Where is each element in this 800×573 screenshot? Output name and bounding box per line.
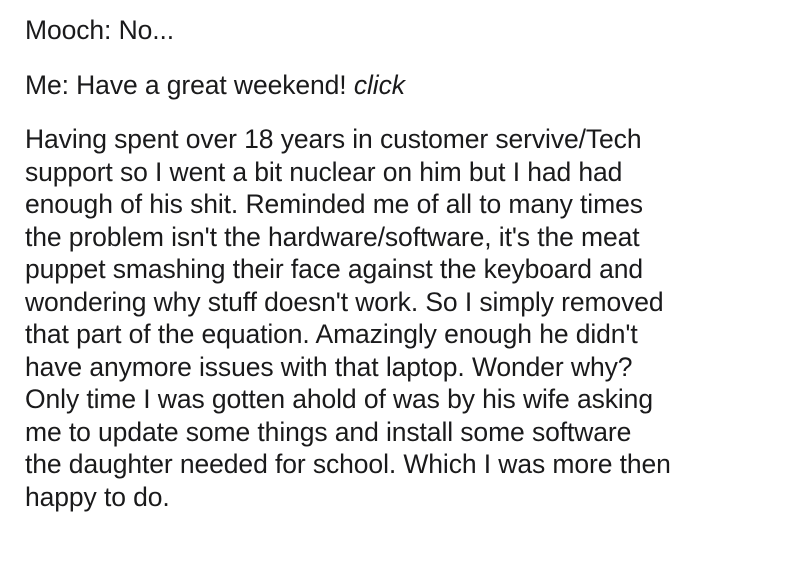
paragraph-line: enough of his shit. Reminded me of all t…: [25, 189, 643, 219]
dialogue-line-mooch: Mooch: No...: [25, 14, 785, 47]
paragraph-line: Only time I was gotten ahold of was by h…: [25, 384, 653, 414]
paragraph-line: me to update some things and install som…: [25, 416, 632, 447]
dialogue-line-me: Me: Have a great weekend! click: [25, 69, 785, 102]
paragraph-line: support so I went a bit nuclear on him b…: [25, 156, 623, 187]
paragraph-line: that part of the equation. Amazingly eno…: [25, 319, 638, 349]
paragraph-line: happy to do.: [25, 481, 170, 512]
paragraph-line: Having spent over 18 years in customer s…: [25, 124, 642, 154]
me-line-italic: click: [353, 69, 405, 100]
paragraph-line: the daughter needed for school. Which I …: [25, 449, 671, 479]
paragraph-line: the problem isn't the hardware/software,…: [25, 221, 640, 252]
story-paragraph: Having spent over 18 years in customer s…: [25, 123, 785, 513]
me-line-text: Me: Have a great weekend!: [25, 69, 354, 100]
mooch-line-text: Mooch: No...: [25, 15, 175, 45]
paragraph-line: wondering why stuff doesn't work. So I s…: [25, 286, 664, 317]
post-text: Mooch: No... Me: Have a great weekend! c…: [25, 14, 785, 535]
paragraph-line: have anymore issues with that laptop. Wo…: [25, 351, 633, 382]
paragraph-line: puppet smashing their face against the k…: [25, 254, 644, 284]
